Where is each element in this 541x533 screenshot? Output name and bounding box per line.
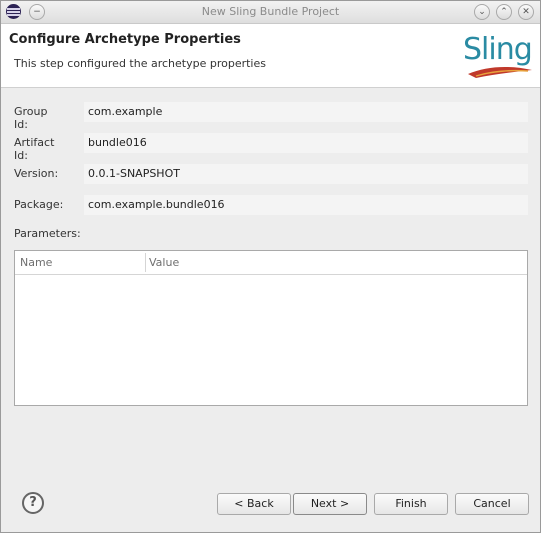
artifact-id-field[interactable]: bundle016 [84,133,528,153]
page-title: Configure Archetype Properties [9,32,241,47]
page-description: This step configured the archetype prope… [14,57,266,70]
help-icon[interactable]: ? [22,492,44,514]
version-field[interactable]: 0.0.1-SNAPSHOT [84,164,528,184]
wizard-header: Configure Archetype Properties This step… [1,24,540,88]
cancel-button[interactable]: Cancel [455,493,529,515]
title-bar: − New Sling Bundle Project ⌄ ⌃ ✕ [1,1,540,24]
column-header-name[interactable]: Name [20,256,52,269]
window-title: New Sling Bundle Project [201,5,340,18]
package-field[interactable]: com.example.bundle016 [84,195,528,215]
package-label: Package: [14,198,64,211]
close-icon[interactable]: ✕ [518,4,534,20]
column-divider[interactable] [145,253,146,272]
group-id-field[interactable]: com.example [84,102,528,122]
table-header: Name Value [15,251,527,275]
group-id-label: Group Id: [14,105,48,131]
feather-icon [468,66,532,78]
next-button[interactable]: Next > [293,493,367,515]
finish-button[interactable]: Finish [374,493,448,515]
parameters-label: Parameters: [14,227,81,240]
dialog-window: − New Sling Bundle Project ⌄ ⌃ ✕ Configu… [0,0,541,533]
maximize-icon[interactable]: ⌃ [496,4,512,20]
version-label: Version: [14,167,59,180]
back-button[interactable]: < Back [217,493,291,515]
column-header-value[interactable]: Value [149,256,179,269]
minimize-icon[interactable]: ⌄ [474,4,490,20]
artifact-id-label: Artifact Id: [14,136,55,162]
sling-logo: Sling [462,32,538,84]
parameters-table[interactable]: Name Value [14,250,528,406]
